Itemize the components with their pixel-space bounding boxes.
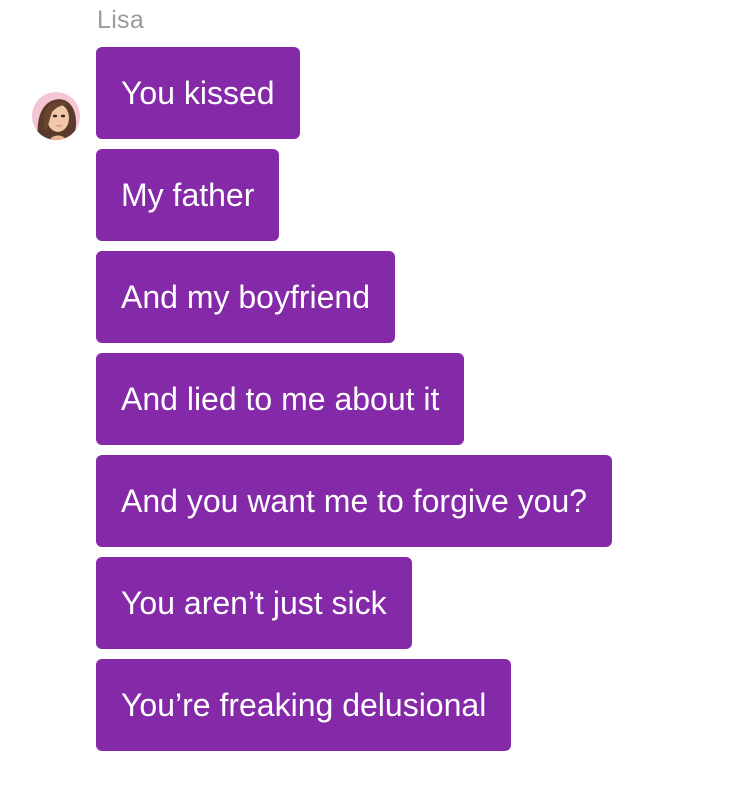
message-bubble[interactable]: And lied to me about it bbox=[96, 353, 465, 445]
message-bubble[interactable]: And you want me to forgive you? bbox=[96, 455, 613, 547]
message-bubble[interactable]: My father bbox=[96, 149, 280, 241]
message-text: You kissed bbox=[121, 74, 275, 111]
message-bubble[interactable]: You aren’t just sick bbox=[96, 557, 412, 649]
message-text: My father bbox=[121, 176, 255, 213]
message-text: You aren’t just sick bbox=[121, 584, 387, 621]
message-text: And my boyfriend bbox=[121, 278, 371, 315]
message-text: And you want me to forgive you? bbox=[121, 482, 588, 519]
sender-name: Lisa bbox=[97, 6, 145, 34]
message-list: You kissed My father And my boyfriend An… bbox=[96, 47, 613, 751]
message-bubble[interactable]: You’re freaking delusional bbox=[96, 659, 512, 751]
message-text: And lied to me about it bbox=[121, 380, 440, 417]
message-bubble[interactable]: You kissed bbox=[96, 47, 300, 139]
profile-avatar-icon[interactable] bbox=[32, 92, 80, 140]
message-bubble[interactable]: And my boyfriend bbox=[96, 251, 396, 343]
message-text: You’re freaking delusional bbox=[121, 686, 487, 723]
